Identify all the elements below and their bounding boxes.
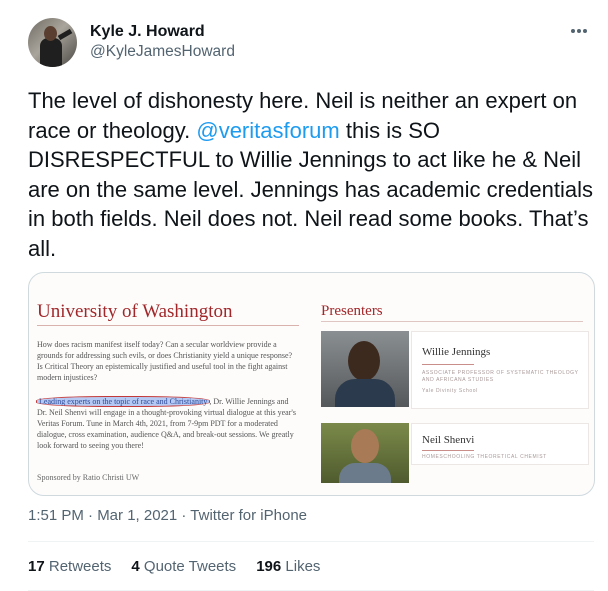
tweet-stats: 17 Retweets 4 Quote Tweets 196 Likes xyxy=(28,558,320,575)
presenter-role: Associate Professor of Systematic Theolo… xyxy=(422,370,579,383)
presenter-card-jennings: Willie Jennings Associate Professor of S… xyxy=(411,331,589,409)
presenter-name: Neil Shenvi xyxy=(422,434,475,446)
highlighted-phrase: Leading experts on the topic of race and… xyxy=(35,396,211,407)
presenter-name: Willie Jennings xyxy=(422,346,491,358)
image-sponsor: Sponsored by Ratio Christi UW xyxy=(37,473,140,482)
likes-count: 196 xyxy=(256,558,282,575)
retweets-stat[interactable]: 17 Retweets xyxy=(28,558,111,575)
mention-link[interactable]: @veritasforum xyxy=(196,118,339,143)
presenter-role: Homeschooling Theoretical Chemist xyxy=(422,454,547,460)
stats-divider-top xyxy=(28,541,594,542)
quote-tweets-count: 4 xyxy=(131,558,140,575)
presenter-school: Yale Divinity School xyxy=(422,388,478,394)
quote-tweets-stat[interactable]: 4 Quote Tweets xyxy=(131,558,236,575)
retweets-label: Retweets xyxy=(48,558,112,575)
user-handle[interactable]: @KyleJamesHoward xyxy=(90,43,235,61)
image-left-title: University of Washington xyxy=(37,301,233,322)
image-divider xyxy=(37,325,299,326)
attached-image[interactable]: University of Washington How does racism… xyxy=(28,272,595,496)
retweets-count: 17 xyxy=(28,558,45,575)
tweet-timestamp[interactable]: 1:51 PM · Mar 1, 2021 · Twitter for iPho… xyxy=(28,507,307,524)
quote-tweets-label: Quote Tweets xyxy=(143,558,237,575)
likes-label: Likes xyxy=(285,558,321,575)
presenter-card-shenvi: Neil Shenvi Homeschooling Theoretical Ch… xyxy=(411,423,589,465)
tweet: Kyle J. Howard @KyleJamesHoward The leve… xyxy=(0,0,608,591)
image-body-text-2: Leading experts on the topic of race and… xyxy=(35,396,297,451)
presenter-photo-jennings xyxy=(321,331,409,407)
presenters-title: Presenters xyxy=(321,303,383,319)
image-body-text: How does racism manifest itself today? C… xyxy=(37,340,293,382)
likes-stat[interactable]: 196 Likes xyxy=(256,558,320,575)
more-options-icon[interactable] xyxy=(568,20,590,42)
display-name[interactable]: Kyle J. Howard xyxy=(90,23,205,41)
presenter-photo-shenvi xyxy=(321,423,409,483)
tweet-text: The level of dishonesty here. Neil is ne… xyxy=(28,86,598,263)
avatar[interactable] xyxy=(28,18,77,67)
presenters-divider xyxy=(321,321,583,322)
